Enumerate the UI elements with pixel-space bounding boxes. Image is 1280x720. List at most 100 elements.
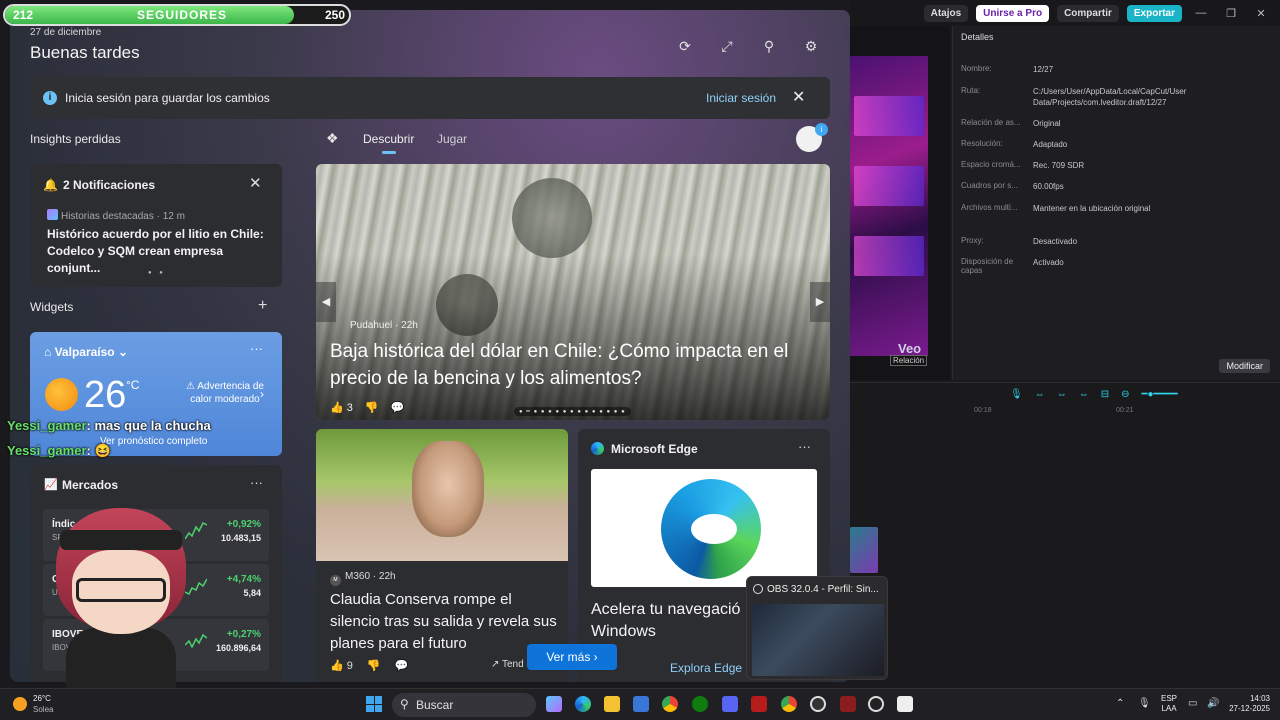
pager-dots[interactable]: ● ●: [148, 270, 166, 276]
weather-widget[interactable]: ⌂ Valparaíso ⌄ ··· 26 °C ⚠ Advertencia d…: [30, 332, 282, 456]
more-icon[interactable]: ···: [250, 475, 263, 490]
followers-goal-bar: 212 SEGUIDORES 250: [3, 4, 351, 26]
weather-location[interactable]: ⌂ Valparaíso ⌄: [44, 345, 128, 359]
heat-warning[interactable]: ⚠ Advertencia de calor moderado: [180, 380, 270, 406]
split-icon[interactable]: ⊟: [1101, 389, 1109, 400]
more-icon[interactable]: ···: [798, 439, 811, 454]
minimize-icon[interactable]: —: [1190, 7, 1212, 19]
hero-source: Pudahuel · 22h: [350, 320, 418, 331]
notification-source-text: Historias destacadas · 12 m: [61, 211, 185, 222]
chevron-right-icon[interactable]: ▶: [810, 282, 830, 322]
windows-start-icon[interactable]: [366, 696, 382, 712]
language-indicator[interactable]: ESP LAA: [1161, 694, 1177, 714]
zoom-slider[interactable]: ━●━━━━: [1141, 389, 1177, 400]
thumbnail-title: OBS 32.0.4 - Perfil: Sin...: [767, 584, 879, 595]
link-icon[interactable]: ⚲: [761, 38, 777, 54]
news-image: [316, 429, 568, 561]
export-button[interactable]: Exportar: [1126, 4, 1182, 22]
taskbar-weather-desc: Solea: [33, 705, 54, 714]
modify-button[interactable]: Modificar: [1219, 359, 1270, 373]
hero-news-card[interactable]: ◀ ▶ Pudahuel · 22h Baja histórica del dó…: [316, 164, 830, 420]
preview-shelf: [854, 236, 924, 276]
like-button[interactable]: 👍 3: [330, 401, 353, 414]
refresh-icon[interactable]: ⟳: [677, 38, 693, 54]
volume-icon[interactable]: 🔊: [1207, 698, 1219, 709]
chrome-icon[interactable]: [662, 696, 678, 712]
chevron-right-icon[interactable]: ›: [260, 387, 264, 401]
detail-value: Original: [1033, 119, 1061, 128]
ratio-button[interactable]: Relación: [890, 355, 928, 366]
notifications-card[interactable]: 🔔 2 Notificaciones ✕ Historias destacada…: [30, 164, 282, 287]
video-preview[interactable]: Veo: [850, 26, 950, 380]
like-button[interactable]: 👍 9: [330, 659, 353, 672]
app-icon[interactable]: [840, 696, 856, 712]
network-icon[interactable]: ▭: [1188, 698, 1197, 709]
microphone-icon[interactable]: 🎙: [1138, 698, 1151, 709]
more-icon[interactable]: ···: [250, 341, 263, 356]
taskbar-clock[interactable]: 14:03 27-12-2025: [1226, 694, 1270, 714]
see-more-button[interactable]: Ver más ›: [527, 644, 617, 670]
obs-icon[interactable]: [810, 696, 826, 712]
add-widget-icon[interactable]: +: [258, 297, 267, 315]
store-icon[interactable]: [633, 696, 649, 712]
tab-play[interactable]: Jugar: [437, 132, 467, 146]
detail-row: Relación de as... Original: [961, 118, 1271, 129]
timeline-clip[interactable]: [850, 527, 878, 573]
insights-title: Insights perdidas: [30, 132, 121, 146]
microphone-icon[interactable]: 🎙: [1010, 389, 1023, 400]
gear-icon[interactable]: ⚙: [803, 38, 819, 54]
file-explorer-icon[interactable]: [604, 696, 620, 712]
obs-taskbar-thumbnail[interactable]: OBS 32.0.4 - Perfil: Sin...: [746, 576, 888, 680]
details-title: Detalles: [961, 32, 994, 42]
share-button[interactable]: Compartir: [1057, 4, 1119, 22]
thumbnail-preview[interactable]: [752, 604, 884, 676]
capcut-icon[interactable]: [897, 696, 913, 712]
discord-icon[interactable]: [722, 696, 738, 712]
comment-button[interactable]: 💬: [391, 401, 405, 414]
xbox-icon[interactable]: [692, 696, 708, 712]
explore-edge-link[interactable]: Explora Edge: [670, 661, 742, 675]
taskbar-search[interactable]: ⚲ Buscar: [392, 693, 536, 717]
taskbar-weather-temp[interactable]: 26°C: [33, 694, 51, 703]
maximize-icon[interactable]: ❐: [1220, 7, 1242, 20]
comment-button[interactable]: 💬: [395, 659, 409, 672]
carousel-dots[interactable]: ● ━ ● ● ● ● ● ● ● ● ● ● ● ● ●: [514, 407, 631, 416]
dislike-button[interactable]: 👎: [367, 659, 381, 672]
signin-link[interactable]: Iniciar sesión: [706, 91, 776, 105]
signin-banner: i Inicia sesión para guardar los cambios…: [30, 77, 830, 119]
media-player-icon[interactable]: [868, 696, 884, 712]
feed-logo-icon: ❖: [326, 130, 339, 146]
detail-value: C:/Users/User/AppData/Local/CapCut/User …: [1033, 87, 1187, 107]
expand-icon[interactable]: ⤢: [719, 38, 735, 54]
copilot-icon[interactable]: [546, 696, 562, 712]
close-icon[interactable]: ✕: [1250, 7, 1272, 20]
timeline-ruler: 00:18 00:21: [850, 407, 1280, 419]
close-icon[interactable]: ✕: [249, 174, 262, 192]
app-icon[interactable]: [751, 696, 767, 712]
detail-value: 60.00fps: [1033, 182, 1064, 191]
shortcuts-button[interactable]: Atajos: [923, 4, 969, 22]
join-pro-button[interactable]: Unirse a Pro: [976, 4, 1050, 22]
weather-location-name: Valparaíso: [54, 345, 115, 359]
link-icon[interactable]: ⇔: [1079, 389, 1089, 400]
weather-sun-icon[interactable]: [13, 697, 27, 711]
chevron-up-icon[interactable]: ⌃: [1116, 698, 1124, 709]
zoom-out-icon[interactable]: ⊖: [1121, 389, 1129, 400]
market-value: 10.483,15: [220, 533, 261, 543]
promo-title: Microsoft Edge: [611, 442, 698, 456]
close-icon[interactable]: ✕: [792, 87, 805, 107]
tab-discover[interactable]: Descubrir: [363, 132, 414, 146]
detail-row: Cuadros por s... 60.00fps: [961, 181, 1271, 192]
link-icon[interactable]: ⇔: [1057, 389, 1067, 400]
detail-row: Resolución: Adaptado: [961, 139, 1271, 150]
forecast-link[interactable]: Ver pronóstico completo: [100, 436, 207, 447]
edge-icon[interactable]: [575, 696, 591, 712]
dislike-button[interactable]: 👎: [365, 401, 379, 414]
timeline-panel[interactable]: 🎙 ⇔ ⇔ ⇔ ⊟ ⊖ ━●━━━━ 00:18 00:21: [850, 382, 1280, 688]
chevron-left-icon[interactable]: ◀: [316, 282, 336, 322]
link-icon[interactable]: ⇔: [1035, 389, 1045, 400]
chrome-icon[interactable]: [781, 696, 797, 712]
obs-icon: [753, 584, 763, 594]
hero-title[interactable]: Baja histórica del dólar en Chile: ¿Cómo…: [330, 338, 820, 392]
news-title[interactable]: Claudia Conserva rompe el silencio tras …: [330, 589, 560, 655]
